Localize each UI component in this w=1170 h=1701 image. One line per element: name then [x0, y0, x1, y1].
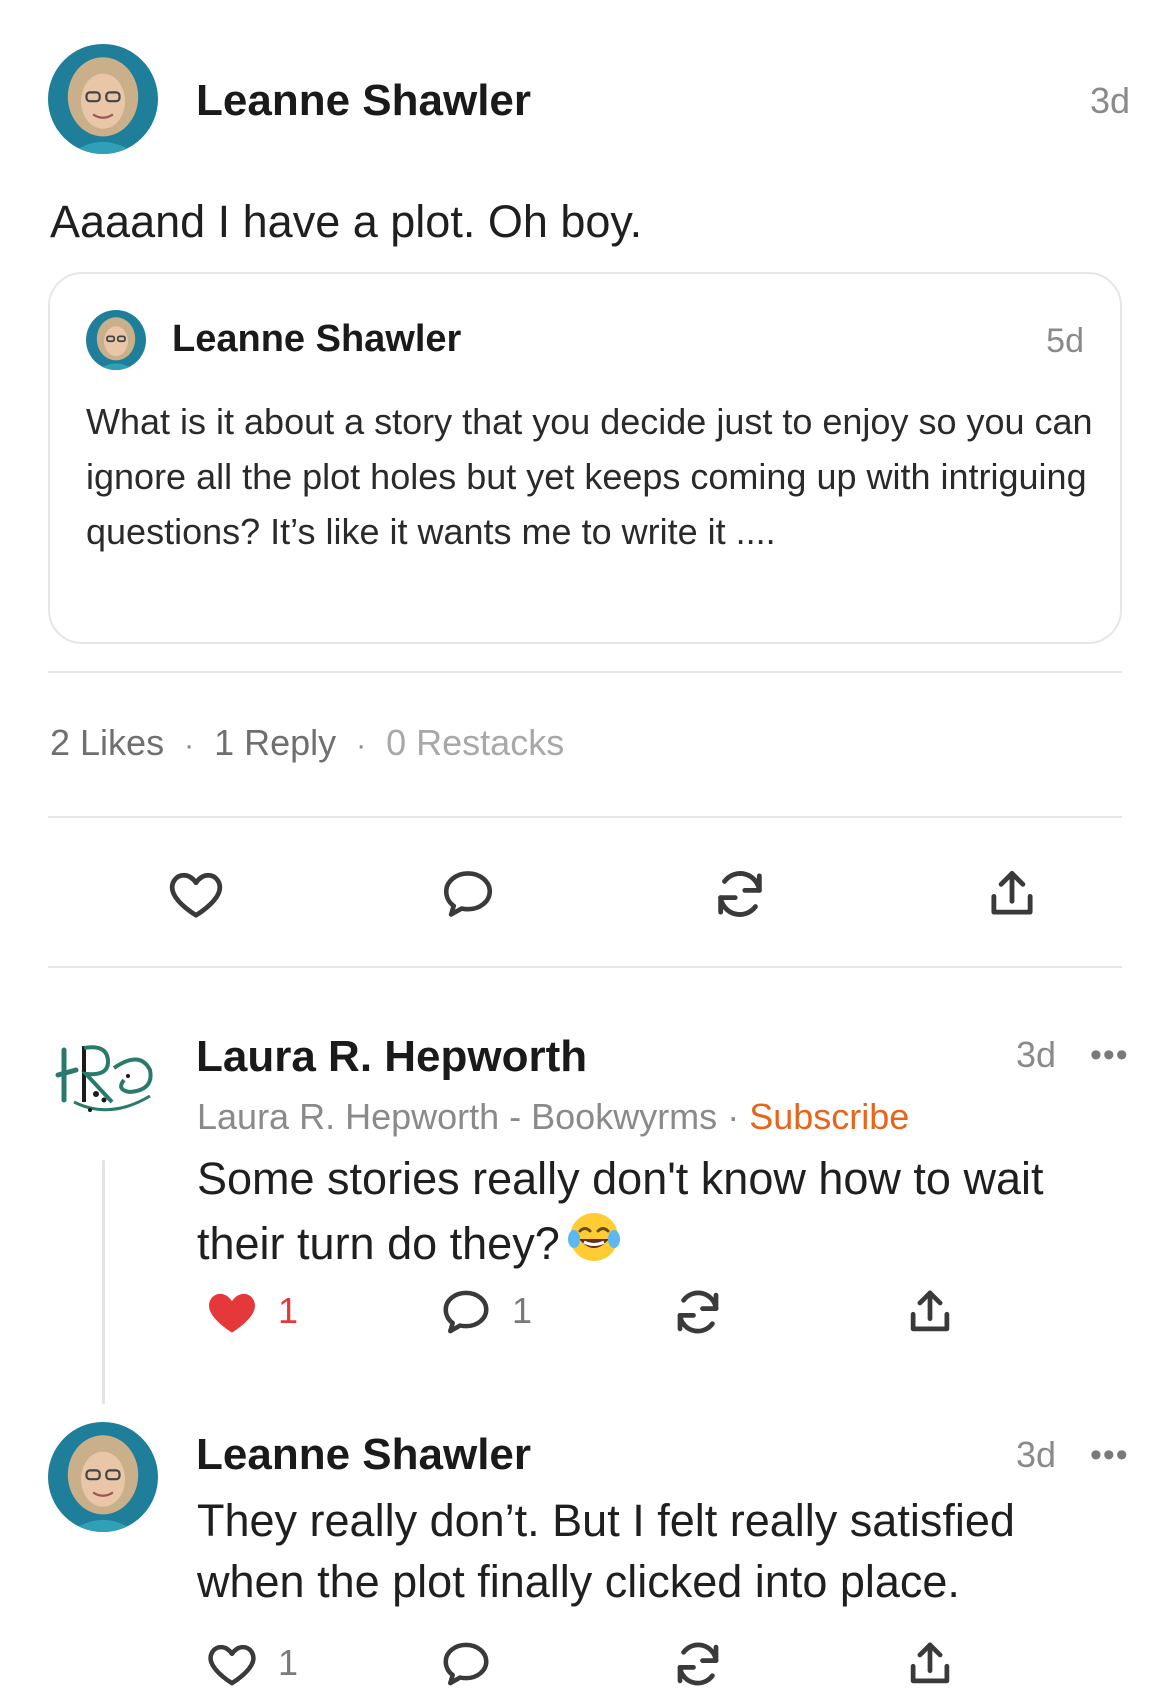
replies-count[interactable]: 1 Reply: [214, 722, 336, 763]
post-author-name[interactable]: Leanne Shawler: [196, 76, 531, 126]
comment-share-button[interactable]: [898, 1280, 962, 1344]
likes-count[interactable]: 2 Likes: [50, 722, 164, 763]
stats-separator: ·: [356, 729, 367, 762]
post-author-avatar[interactable]: [48, 44, 158, 154]
stats-separator: ·: [184, 729, 195, 762]
more-options-icon[interactable]: •••: [1090, 1038, 1129, 1072]
reply-author-avatar[interactable]: [48, 1422, 158, 1532]
bookwyrms-logo[interactable]: [50, 1030, 162, 1120]
quoted-body: What is it about a story that you decide…: [86, 401, 1093, 552]
divider: [48, 816, 1122, 818]
comment-icon: [443, 871, 493, 917]
heart-icon: [208, 1644, 256, 1686]
comment-reply-count: 1: [512, 1290, 533, 1331]
restack-icon: [677, 1290, 719, 1334]
publication-name[interactable]: Laura R. Hepworth - Bookwyrms: [197, 1096, 717, 1137]
post-body: Aaaand I have a plot. Oh boy.: [50, 196, 643, 247]
comment-timestamp: 3d: [1016, 1034, 1057, 1075]
share-icon: [910, 1290, 950, 1332]
share-icon: [991, 871, 1033, 915]
divider: [48, 671, 1122, 673]
restacks-count: 0 Restacks: [386, 722, 565, 763]
share-icon: [910, 1642, 950, 1684]
subscribe-link[interactable]: Subscribe: [749, 1096, 909, 1137]
comment-publication: Laura R. Hepworth - Bookwyrms · Subscrib…: [197, 1096, 909, 1138]
face-with-tears-of-joy-icon: [566, 1209, 622, 1280]
reply-comment-button[interactable]: [434, 1632, 498, 1696]
quoted-note-card[interactable]: Leanne Shawler 5d What is it about a sto…: [48, 272, 1122, 644]
thread-line: [102, 1160, 105, 1404]
post-restack-button[interactable]: [704, 858, 776, 930]
heart-filled-icon: [209, 1293, 255, 1333]
comment-reply-button[interactable]: [434, 1280, 498, 1344]
comment-restack-button[interactable]: [666, 1280, 730, 1344]
post-like-button[interactable]: [160, 858, 232, 930]
post-share-button[interactable]: [976, 858, 1048, 930]
reply-share-button[interactable]: [898, 1632, 962, 1696]
reply-timestamp: 3d: [1016, 1434, 1057, 1475]
reply-author-name[interactable]: Leanne Shawler: [196, 1430, 531, 1480]
comment-author-name[interactable]: Laura R. Hepworth: [196, 1032, 587, 1082]
divider: [48, 966, 1122, 968]
restack-icon: [718, 871, 762, 917]
more-options-icon[interactable]: •••: [1090, 1438, 1129, 1472]
comment-like-count: 1: [278, 1290, 299, 1331]
reply-like-count: 1: [278, 1642, 299, 1683]
quoted-author-avatar: [86, 310, 146, 370]
reply-body: They really don’t. But I felt really sat…: [197, 1495, 1015, 1607]
comment-like-button[interactable]: [200, 1280, 264, 1344]
reply-restack-button[interactable]: [666, 1632, 730, 1696]
post-stats: 2 Likes · 1 Reply · 0 Restacks: [50, 722, 564, 764]
reply-like-button[interactable]: [200, 1632, 264, 1696]
quoted-author-name: Leanne Shawler: [172, 318, 462, 360]
subscribe-separator: ·: [727, 1096, 740, 1137]
heart-icon: [169, 872, 223, 918]
quoted-timestamp: 5d: [1046, 322, 1084, 360]
comment-body: Some stories really don't know how to wa…: [197, 1148, 1117, 1280]
post-comment-button[interactable]: [432, 858, 504, 930]
post-timestamp: 3d: [1089, 80, 1130, 121]
comment-icon: [443, 1290, 489, 1334]
comment-icon: [443, 1642, 489, 1686]
restack-icon: [677, 1642, 719, 1686]
